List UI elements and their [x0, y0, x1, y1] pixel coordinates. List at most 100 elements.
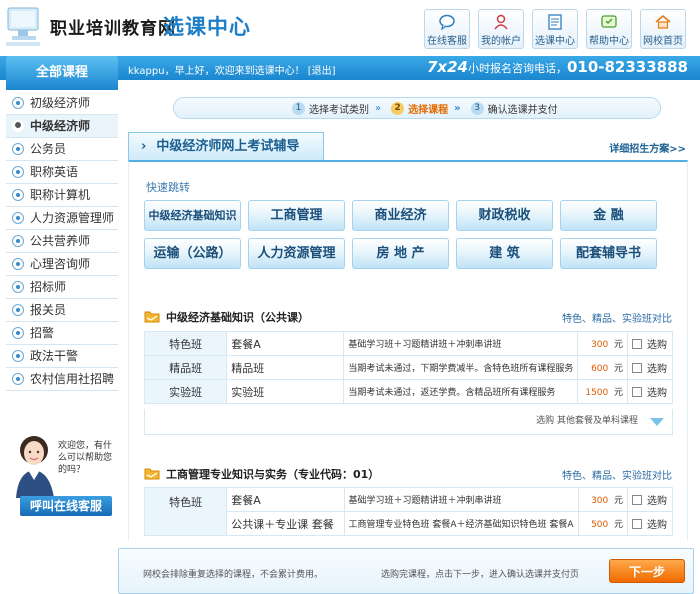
sidebar-title[interactable]: 全部课程	[6, 56, 118, 90]
nav-course-center[interactable]: 选课中心	[532, 9, 578, 49]
package-desc: 基础学习班＋习题精讲班＋冲刺串讲班	[343, 331, 579, 356]
sidebar-item[interactable]: 职称英语	[6, 161, 118, 184]
price-unit: 元	[613, 340, 623, 350]
quick-link-button[interactable]: 配套辅导书	[560, 238, 657, 269]
sidebar-item[interactable]: 心理咨询师	[6, 253, 118, 276]
checkbox[interactable]	[632, 519, 642, 529]
sidebar-item-label: 中级经济师	[30, 119, 91, 133]
quick-link-button[interactable]: 中级经济基础知识	[144, 200, 241, 231]
checkbox[interactable]	[632, 495, 642, 505]
sidebar-item-active[interactable]: 中级经济师	[6, 115, 118, 138]
bullet-icon	[12, 97, 24, 109]
document-icon	[548, 14, 562, 30]
sidebar-item-label: 职称英语	[30, 165, 79, 179]
sidebar-item[interactable]: 招标师	[6, 276, 118, 299]
call-online-service-button[interactable]: 呼叫在线客服	[20, 496, 112, 516]
quick-link-button[interactable]: 房 地 产	[352, 238, 449, 269]
sidebar-item-label: 政法干警	[30, 349, 79, 363]
quick-link-button[interactable]: 工商管理	[248, 200, 345, 231]
folder-icon	[144, 311, 160, 323]
bullet-icon	[12, 235, 24, 247]
nav-school-home[interactable]: 网校首页	[640, 9, 686, 49]
user-icon	[494, 14, 508, 30]
course-section-title: 中级经济基础知识（公共课）	[166, 311, 309, 324]
checkbox[interactable]	[632, 339, 642, 349]
nav-my-account[interactable]: 我的帐户	[478, 9, 524, 49]
step-label: 选择考试类别	[309, 104, 369, 116]
sidebar-item[interactable]: 公共营养师	[6, 230, 118, 253]
other-packages-row[interactable]: 选购 其他套餐及单科课程	[144, 409, 673, 435]
sidebar-item-label: 农村信用社招聘	[30, 372, 115, 386]
sidebar-item-label: 招警	[30, 326, 55, 340]
bullet-icon	[12, 304, 24, 316]
package-desc: 基础学习班＋习题精讲班＋冲刺串讲班	[343, 487, 579, 512]
package-name[interactable]: 精品班	[226, 355, 345, 380]
price-value: 300	[591, 496, 609, 506]
checkbox[interactable]	[632, 363, 642, 373]
nav-online-service[interactable]: 在线客服	[424, 9, 470, 49]
checkbox[interactable]	[632, 387, 642, 397]
compare-classes-link[interactable]: 特色、精品、实验班对比	[562, 310, 672, 325]
footer-hint: 选购完课程，点击下一步，进入确认选课并支付页	[381, 570, 580, 580]
class-type: 特色班	[143, 487, 228, 536]
sidebar-item[interactable]: 初级经济师	[6, 92, 118, 115]
sidebar-item[interactable]: 农村信用社招聘	[6, 368, 118, 391]
course-section-header: 工商管理专业知识与实务（专业代码：01） 特色、精品、实验班对比	[144, 465, 672, 483]
compare-classes-link[interactable]: 特色、精品、实验班对比	[562, 467, 672, 482]
sidebar-item-label: 报关员	[30, 303, 67, 317]
select-cell[interactable]: 选购	[627, 487, 673, 512]
price-unit: 元	[613, 520, 623, 530]
sidebar-item-label: 职称计算机	[30, 188, 91, 202]
sidebar-item[interactable]: 政法干警	[6, 345, 118, 368]
sidebar-item[interactable]: 人力资源管理师	[6, 207, 118, 230]
page-title: › 中级经济师网上考试辅导	[128, 132, 324, 160]
price-value: 500	[591, 520, 609, 530]
bullet-icon	[12, 373, 24, 385]
other-packages-link[interactable]: 选购 其他套餐及单科课程	[536, 416, 638, 426]
price-value: 1500	[585, 388, 609, 398]
select-cell[interactable]: 选购	[627, 511, 673, 536]
package-name[interactable]: 实验班	[226, 379, 345, 404]
logout-link[interactable]: [退出]	[308, 66, 336, 77]
package-name[interactable]: 公共课＋专业课 套餐	[226, 511, 345, 536]
quick-link-button[interactable]: 人力资源管理	[248, 238, 345, 269]
sidebar-item-label: 初级经济师	[30, 96, 91, 110]
sidebar-item[interactable]: 招警	[6, 322, 118, 345]
price-unit: 元	[613, 388, 623, 398]
sidebar-item[interactable]: 公务员	[6, 138, 118, 161]
sidebar-item[interactable]: 职称计算机	[6, 184, 118, 207]
select-cell[interactable]: 选购	[627, 379, 673, 404]
package-name[interactable]: 套餐A	[226, 331, 345, 356]
course-section-header: 中级经济基础知识（公共课） 特色、精品、实验班对比	[144, 308, 672, 326]
course-section-title: 工商管理专业知识与实务（专业代码：01）	[166, 468, 380, 481]
sidebar-item[interactable]: 报关员	[6, 299, 118, 322]
package-name[interactable]: 套餐A	[226, 487, 345, 512]
chat-icon	[439, 14, 455, 31]
sidebar: 初级经济师 中级经济师 公务员 职称英语 职称计算机 人力资源管理师 公共营养师…	[6, 92, 118, 391]
chevron-right-icon: ›	[141, 139, 147, 154]
quick-link-button[interactable]: 运输（公路）	[144, 238, 241, 269]
quick-link-button[interactable]: 财政税收	[456, 200, 553, 231]
package-price: 500 元	[577, 511, 629, 536]
next-step-button[interactable]: 下一步	[609, 559, 685, 583]
quick-link-button[interactable]: 金 融	[560, 200, 657, 231]
price-value: 300	[591, 340, 609, 350]
nav-label: 我的帐户	[481, 36, 521, 47]
hotline-text: 小时报名咨询电话，	[467, 62, 567, 75]
detailed-plan-link[interactable]: 详细招生方案>>	[609, 140, 686, 155]
sidebar-item-label: 心理咨询师	[30, 257, 91, 271]
expand-triangle-icon[interactable]	[650, 418, 664, 426]
quick-jump-label: 快速跳转	[146, 181, 190, 194]
site-subtitle: 选课中心	[163, 15, 251, 39]
course-table: 特色班 套餐A 基础学习班＋习题精讲班＋冲刺串讲班 300 元 选购 精品班 精…	[143, 331, 673, 404]
course-table: 特色班 套餐A 基础学习班＋习题精讲班＋冲刺串讲班 300 元 选购 公共课＋专…	[143, 487, 673, 536]
welcome-message: kkappu，早上好，欢迎来到选课中心！	[128, 66, 305, 77]
hotline-big: 7x24	[426, 58, 468, 76]
nav-help-center[interactable]: 帮助中心	[586, 9, 632, 49]
select-cell[interactable]: 选购	[627, 355, 673, 380]
select-cell[interactable]: 选购	[627, 331, 673, 356]
quick-link-button[interactable]: 商业经济	[352, 200, 449, 231]
service-bubble: 欢迎您，有什么可以帮助您的吗？	[58, 441, 113, 475]
nav-label: 网校首页	[643, 36, 683, 47]
quick-link-button[interactable]: 建 筑	[456, 238, 553, 269]
